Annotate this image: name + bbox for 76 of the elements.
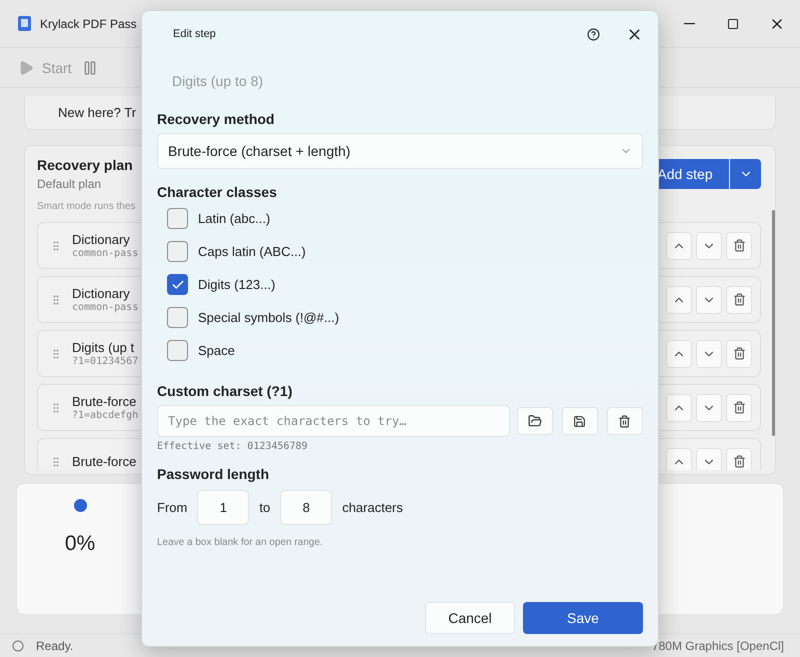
- checkbox[interactable]: [167, 208, 188, 229]
- step-name: Brute-force: [72, 394, 138, 409]
- unit-label: characters: [342, 500, 403, 515]
- step-name: Dictionary: [72, 232, 131, 247]
- trash-icon: [732, 455, 746, 468]
- trash-icon: [618, 414, 632, 428]
- plan-title: Recovery plan: [37, 157, 134, 173]
- step-detail: common-pass: [72, 302, 140, 313]
- move-up-button[interactable]: [666, 394, 692, 422]
- move-up-button[interactable]: [666, 448, 692, 470]
- checkbox-label: Latin (abc...): [198, 211, 270, 226]
- play-icon: [18, 60, 34, 76]
- checkbox-label: Special symbols (!@#...): [198, 310, 340, 325]
- banner-text: New here? Tr: [58, 105, 136, 120]
- add-step-dropdown[interactable]: [730, 159, 761, 189]
- charset-label: Custom charset (?1): [157, 383, 294, 399]
- from-label: From: [157, 500, 188, 515]
- to-label: to: [259, 500, 270, 515]
- move-up-button[interactable]: [666, 286, 692, 314]
- method-label: Recovery method: [157, 111, 276, 127]
- method-select[interactable]: Brute-force (charset + length): [157, 133, 643, 169]
- check-icon: [170, 278, 184, 292]
- help-button[interactable]: [587, 28, 600, 40]
- maximize-icon: [727, 18, 739, 30]
- min-length-field[interactable]: 1: [197, 490, 250, 525]
- clear-button[interactable]: [606, 407, 644, 435]
- step-detail: ?1=01234567: [72, 356, 140, 367]
- move-up-button[interactable]: [666, 340, 692, 368]
- cancel-button[interactable]: Cancel: [425, 602, 515, 634]
- delete-button[interactable]: [726, 232, 752, 260]
- folder-icon: [528, 414, 542, 428]
- checkbox[interactable]: [167, 340, 188, 361]
- checkbox-label: Caps latin (ABC...): [198, 244, 306, 259]
- open-file-button[interactable]: [516, 407, 553, 435]
- pause-button[interactable]: [82, 60, 98, 76]
- status-text: Ready.: [36, 638, 74, 652]
- scrollbar-thumb[interactable]: [772, 210, 775, 436]
- step-name: Brute-force: [72, 454, 138, 469]
- status-dot: [74, 499, 86, 512]
- delete-button[interactable]: [726, 340, 752, 368]
- checkbox[interactable]: [167, 241, 188, 262]
- checkbox[interactable]: [167, 274, 188, 295]
- classes-label: Character classes: [157, 184, 278, 200]
- plan-note: Smart mode runs thes: [37, 201, 136, 212]
- plan-subtitle: Default plan: [37, 177, 102, 191]
- checkbox-label: Space: [198, 343, 235, 358]
- progress-percent: 0%: [64, 532, 96, 556]
- dialog-title: Edit step: [173, 28, 216, 40]
- step-name: Dictionary: [72, 286, 131, 301]
- trash-icon: [732, 239, 746, 252]
- save-file-button[interactable]: [562, 407, 598, 435]
- app-icon: [18, 16, 31, 31]
- minimize-icon: [684, 22, 694, 24]
- step-name-text: Digits (up to 8): [172, 73, 264, 89]
- effective-set-text: Effective set: 0123456789: [157, 441, 309, 452]
- max-length-field[interactable]: 8: [280, 490, 332, 525]
- trash-icon: [732, 347, 746, 360]
- delete-button[interactable]: [726, 448, 752, 470]
- step-name: Digits (up t: [72, 340, 136, 355]
- move-up-button[interactable]: [666, 232, 692, 260]
- step-detail: common-pass: [72, 248, 140, 259]
- length-label: Password length: [157, 466, 270, 482]
- pause-icon: [82, 60, 98, 76]
- window-title: Krylack PDF Pass: [40, 16, 137, 30]
- trash-icon: [732, 293, 746, 306]
- checkbox-label: Digits (123...): [198, 277, 276, 292]
- status-icon: [12, 640, 24, 652]
- checkbox[interactable]: [167, 307, 188, 328]
- help-icon: [587, 28, 600, 40]
- save-button[interactable]: Save: [523, 602, 643, 634]
- hint-text: Leave a box blank for an open range.: [157, 537, 324, 548]
- trash-icon: [732, 401, 746, 414]
- charset-input-field[interactable]: Type the exact characters to try…: [157, 405, 510, 437]
- delete-button[interactable]: [726, 286, 752, 314]
- delete-button[interactable]: [726, 394, 752, 422]
- step-detail: ?1=abcdefgh: [72, 410, 140, 421]
